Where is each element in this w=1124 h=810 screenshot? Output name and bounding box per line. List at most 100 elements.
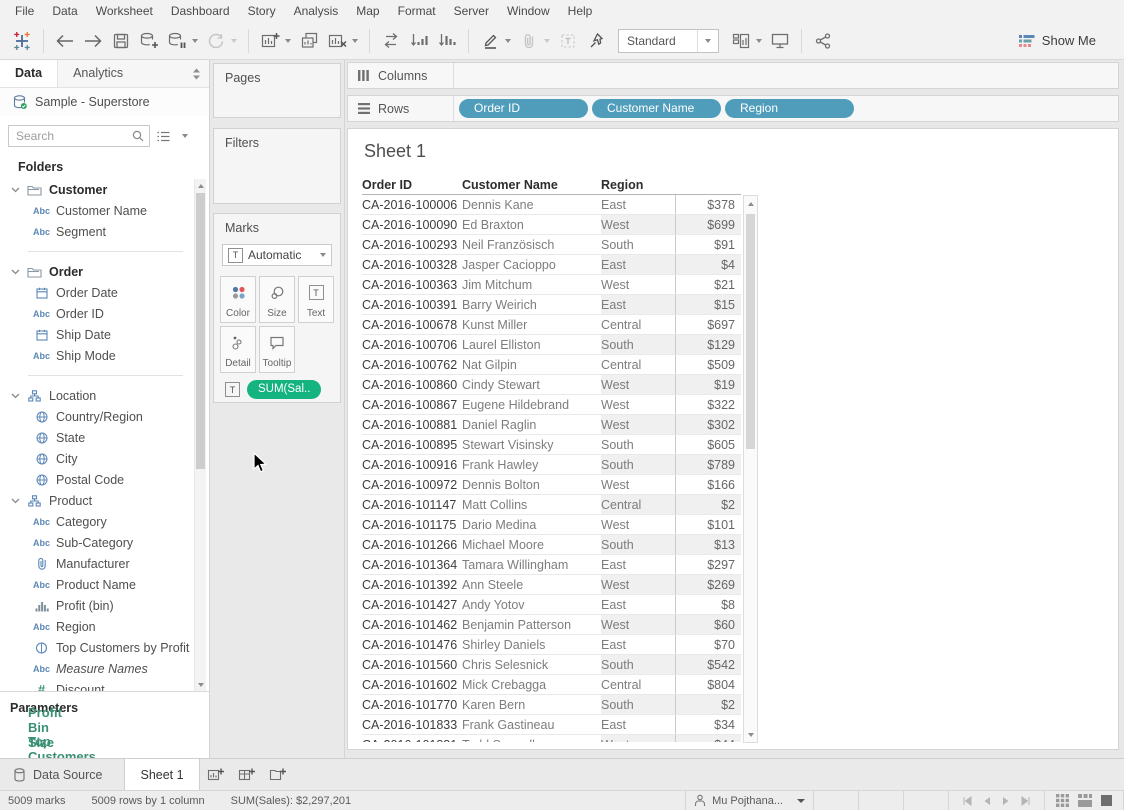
highlight-button[interactable] [477,27,503,55]
previous-sheet-button[interactable] [983,796,991,806]
table-row[interactable]: CA-2016-100328Jasper CacioppoEast$4 [362,255,741,275]
field-order[interactable]: Order [0,261,193,282]
filters-shelf[interactable]: Filters [213,128,341,204]
menu-dashboard[interactable]: Dashboard [162,0,239,22]
tab-sheet-1[interactable]: Sheet 1 [124,759,199,790]
redo-button[interactable] [80,27,106,55]
view-as-list-icon[interactable] [150,125,176,147]
field-sub-category[interactable]: AbcSub-Category [0,532,193,553]
pause-updates-caret-icon[interactable] [192,39,198,43]
swap-rows-columns-button[interactable] [378,27,404,55]
share-button[interactable] [810,27,836,55]
field-category[interactable]: AbcCategory [0,511,193,532]
field-order-date[interactable]: Order Date [0,282,193,303]
show-filmstrip-button[interactable] [1078,794,1092,807]
columns-shelf[interactable]: Columns [347,62,1119,89]
table-row[interactable]: CA-2016-100391Barry WeirichEast$15 [362,295,741,315]
table-row[interactable]: CA-2016-101462Benjamin PattersonWest$60 [362,615,741,635]
field-state[interactable]: State [0,427,193,448]
table-row[interactable]: CA-2016-100293Neil FranzösischSouth$91 [362,235,741,255]
text-button[interactable]: T Text [298,276,334,323]
menu-story[interactable]: Story [239,0,285,22]
tooltip-button[interactable]: Tooltip [259,326,295,373]
user-menu[interactable]: Mu Pojthana... [685,791,813,810]
field-product-name[interactable]: AbcProduct Name [0,574,193,595]
scroll-down-icon[interactable] [195,679,207,691]
menu-server[interactable]: Server [445,0,498,22]
table-row[interactable]: CA-2016-100363Jim MitchumWest$21 [362,275,741,295]
menu-analysis[interactable]: Analysis [285,0,348,22]
tab-analytics[interactable]: Analytics [58,60,138,87]
parameter-top-customers[interactable]: Top Customers [0,738,209,759]
pill-order-id[interactable]: Order ID [459,99,588,118]
field-ship-mode[interactable]: AbcShip Mode [0,345,193,366]
table-row[interactable]: CA-2016-101175Dario MedinaWest$101 [362,515,741,535]
table-row[interactable]: CA-2016-101770Karen BernSouth$2 [362,695,741,715]
search-input[interactable]: Search [8,125,150,147]
scroll-up-icon[interactable] [744,197,757,210]
table-scrollbar[interactable] [743,195,758,743]
tab-data-source[interactable]: Data Source [0,759,120,790]
new-story-button[interactable] [262,759,293,790]
field-measure-names[interactable]: AbcMeasure Names [0,658,193,679]
table-row[interactable]: CA-2016-100860Cindy StewartWest$19 [362,375,741,395]
field-customer[interactable]: Customer [0,179,193,200]
rows-pills[interactable]: Order IDCustomer NameRegion [459,99,1118,118]
table-row[interactable]: CA-2016-101560Chris SelesnickSouth$542 [362,655,741,675]
new-worksheet-caret-icon[interactable] [285,39,291,43]
col-header-customer-name[interactable]: Customer Name [462,175,601,194]
table-row[interactable]: CA-2016-101476Shirley DanielsEast$70 [362,635,741,655]
new-dashboard-button[interactable] [231,759,262,790]
menu-window[interactable]: Window [498,0,559,22]
col-header-order-id[interactable]: Order ID [362,175,462,194]
show-tabs-button[interactable] [1101,795,1112,806]
table-row[interactable]: CA-2016-100916Frank HawleySouth$789 [362,455,741,475]
table-row[interactable]: CA-2016-101147Matt CollinsCentral$2 [362,495,741,515]
table-row[interactable]: CA-2016-101364Tamara WillinghamEast$297 [362,555,741,575]
new-worksheet-tab-button[interactable] [200,759,231,790]
rows-shelf[interactable]: Rows Order IDCustomer NameRegion [347,95,1119,122]
table-row[interactable]: CA-2016-101602Mick CrebaggaCentral$804 [362,675,741,695]
field-profit-bin-[interactable]: Profit (bin) [0,595,193,616]
table-row[interactable]: CA-2016-100867Eugene HildebrandWest$322 [362,395,741,415]
table-row[interactable]: CA-2016-100006Dennis KaneEast$378 [362,195,741,215]
show-sheet-sorter-button[interactable] [1056,794,1069,807]
field-location[interactable]: Location [0,385,193,406]
table-row[interactable]: CA-2016-101833Frank GastineauEast$34 [362,715,741,735]
field-ship-date[interactable]: Ship Date [0,324,193,345]
field-city[interactable]: City [0,448,193,469]
pages-shelf[interactable]: Pages [213,63,341,118]
chevron-down-icon[interactable] [7,498,23,504]
menu-data[interactable]: Data [43,0,86,22]
scrollbar-thumb[interactable] [746,214,755,449]
search-options-caret-icon[interactable] [176,134,194,138]
field-product[interactable]: Product [0,490,193,511]
data-pane-scrollbar[interactable] [194,179,206,692]
chevron-down-icon[interactable] [7,393,23,399]
clear-sheet-button[interactable] [324,27,350,55]
presentation-mode-button[interactable] [767,27,793,55]
new-data-source-button[interactable] [136,27,162,55]
show-cards-caret-icon[interactable] [756,39,762,43]
datasource-item[interactable]: Sample - Superstore [0,88,209,116]
clear-sheet-caret-icon[interactable] [352,39,358,43]
chevron-down-icon[interactable] [7,187,23,193]
pause-auto-updates-button[interactable] [164,27,190,55]
scroll-down-icon[interactable] [744,728,757,741]
show-me-button[interactable]: Show Me [1019,33,1116,48]
undo-button[interactable] [52,27,78,55]
table-row[interactable]: CA-2016-100895Stewart VisinskySouth$605 [362,435,741,455]
field-top-customers-by-profit[interactable]: Top Customers by Profit [0,637,193,658]
field-postal-code[interactable]: Postal Code [0,469,193,490]
fit-selector-caret-icon[interactable] [697,30,718,52]
table-row[interactable]: CA-2016-100678Kunst MillerCentral$697 [362,315,741,335]
table-row[interactable]: CA-2016-100090Ed BraxtonWest$699 [362,215,741,235]
fix-axes-pin-icon[interactable] [583,27,609,55]
show-hide-cards-button[interactable] [728,27,754,55]
table-row[interactable]: CA-2016-100881Daniel RaglinWest$302 [362,415,741,435]
size-button[interactable]: Size [259,276,295,323]
col-header-region[interactable]: Region [601,175,675,194]
tableau-logo-icon[interactable] [9,27,35,55]
new-worksheet-button[interactable] [257,27,283,55]
save-button[interactable] [108,27,134,55]
